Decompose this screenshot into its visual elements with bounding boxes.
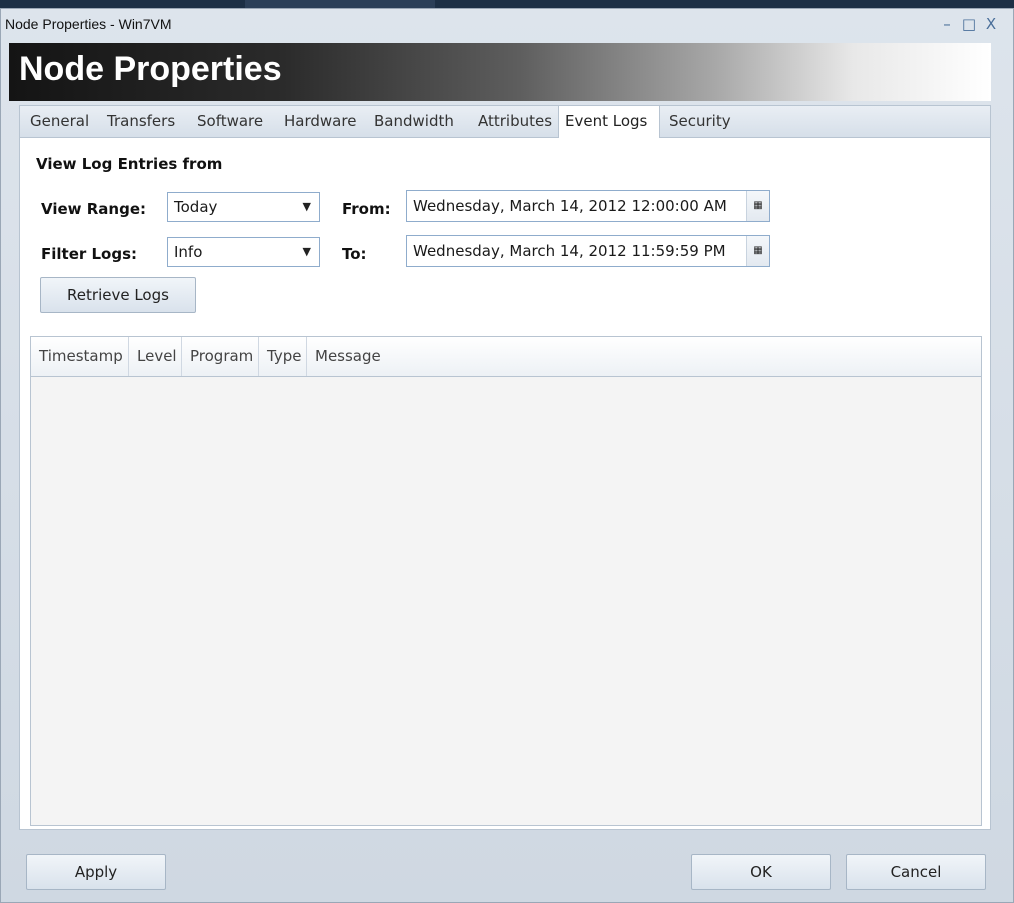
- tab-security[interactable]: Security: [663, 106, 737, 137]
- section-title: View Log Entries from: [36, 155, 223, 173]
- filter-logs-label: Filter Logs:: [41, 245, 138, 263]
- from-label: From:: [342, 200, 391, 218]
- calendar-icon[interactable]: ▦: [746, 236, 769, 266]
- header-banner: Node Properties: [9, 43, 991, 101]
- banner-title: Node Properties: [19, 50, 282, 88]
- event-log-table[interactable]: Timestamp Level Program Type Message: [30, 336, 982, 826]
- column-header-timestamp[interactable]: Timestamp: [31, 337, 129, 376]
- column-header-message[interactable]: Message: [307, 337, 607, 376]
- to-date-value: Wednesday, March 14, 2012 11:59:59 PM: [413, 242, 726, 260]
- view-range-label: View Range:: [41, 200, 146, 218]
- event-logs-panel: View Log Entries from View Range: Today …: [19, 138, 991, 830]
- table-header: Timestamp Level Program Type Message: [31, 337, 981, 377]
- title-bar[interactable]: Node Properties - Win7VM – □ X: [1, 9, 1013, 41]
- tab-bandwidth[interactable]: Bandwidth: [368, 106, 460, 137]
- maximize-icon[interactable]: □: [958, 14, 980, 34]
- to-label: To:: [342, 245, 367, 263]
- tab-event-logs[interactable]: Event Logs: [558, 105, 660, 138]
- filter-logs-value: Info: [174, 243, 203, 261]
- column-header-level[interactable]: Level: [129, 337, 182, 376]
- tab-attributes[interactable]: Attributes: [472, 106, 558, 137]
- to-date-field[interactable]: Wednesday, March 14, 2012 11:59:59 PM ▦: [406, 235, 770, 267]
- tab-hardware[interactable]: Hardware: [278, 106, 362, 137]
- tab-strip: General Transfers Software Hardware Band…: [19, 105, 991, 138]
- retrieve-logs-button[interactable]: Retrieve Logs: [40, 277, 196, 313]
- column-header-program[interactable]: Program: [182, 337, 259, 376]
- taskbar-selected: [245, 0, 435, 8]
- chevron-down-icon: ▼: [302, 245, 311, 258]
- tab-transfers[interactable]: Transfers: [101, 106, 181, 137]
- close-icon[interactable]: X: [980, 14, 1002, 34]
- column-header-type[interactable]: Type: [259, 337, 307, 376]
- calendar-icon[interactable]: ▦: [746, 191, 769, 221]
- window-title: Node Properties - Win7VM: [5, 16, 172, 32]
- tab-software[interactable]: Software: [191, 106, 269, 137]
- view-range-value: Today: [174, 198, 218, 216]
- tab-general[interactable]: General: [24, 106, 95, 137]
- chevron-down-icon: ▼: [302, 200, 311, 213]
- node-properties-window: Node Properties - Win7VM – □ X Node Prop…: [0, 8, 1014, 903]
- apply-button[interactable]: Apply: [26, 854, 166, 890]
- from-date-value: Wednesday, March 14, 2012 12:00:00 AM: [413, 197, 727, 215]
- ok-button[interactable]: OK: [691, 854, 831, 890]
- minimize-icon[interactable]: –: [936, 14, 958, 34]
- from-date-field[interactable]: Wednesday, March 14, 2012 12:00:00 AM ▦: [406, 190, 770, 222]
- cancel-button[interactable]: Cancel: [846, 854, 986, 890]
- filter-logs-dropdown[interactable]: Info ▼: [167, 237, 320, 267]
- view-range-dropdown[interactable]: Today ▼: [167, 192, 320, 222]
